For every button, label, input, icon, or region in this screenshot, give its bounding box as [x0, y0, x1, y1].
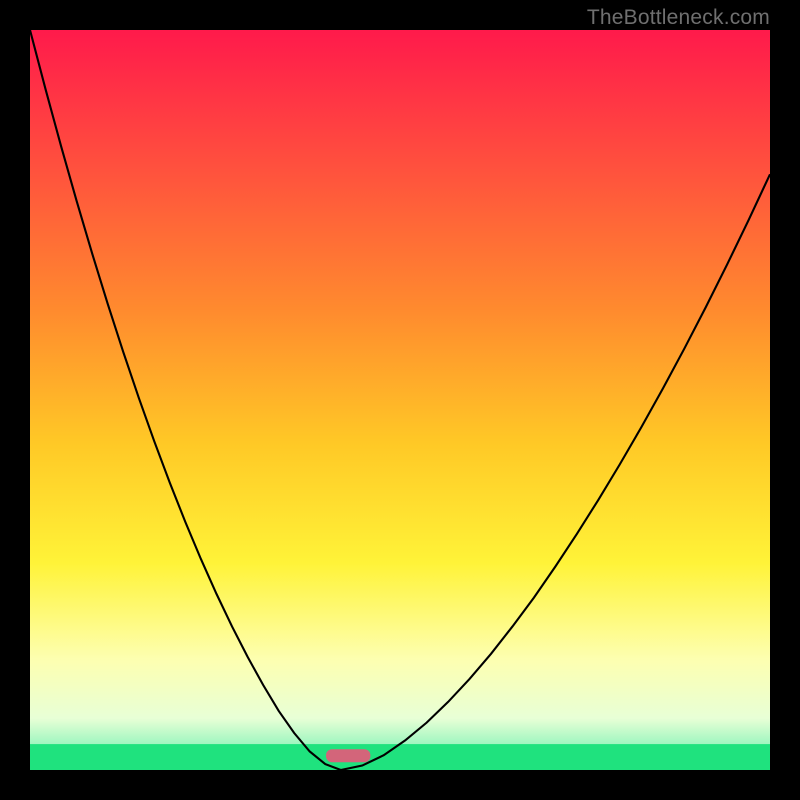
bottleneck-curve-chart [30, 30, 770, 770]
green-zone-band [30, 744, 770, 770]
chart-frame [30, 30, 770, 770]
gradient-background [30, 30, 770, 770]
optimal-point-marker [326, 749, 370, 762]
watermark-text: TheBottleneck.com [587, 6, 770, 30]
